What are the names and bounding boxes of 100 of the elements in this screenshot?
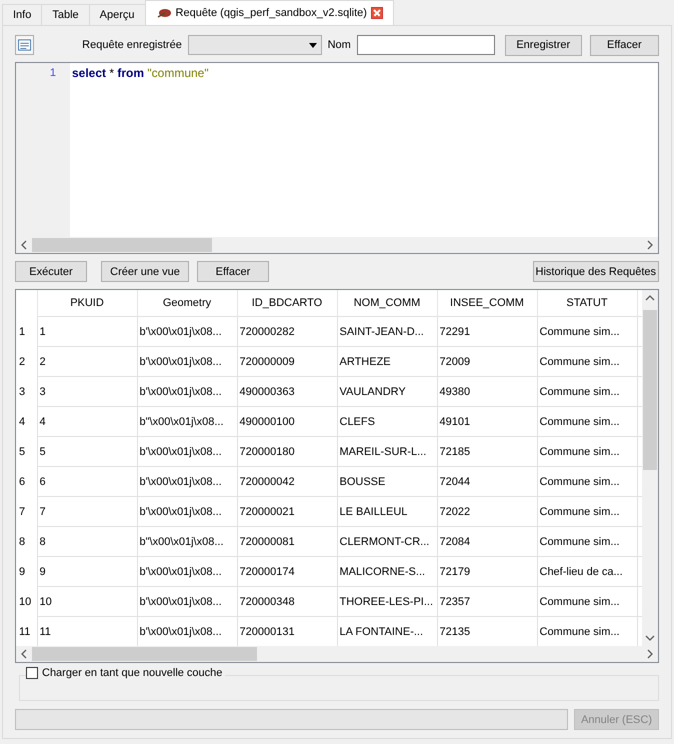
row-header[interactable]: 6 [16,466,37,496]
tab[interactable]: Requête (qgis_perf_sandbox_v2.sqlite) [144,0,394,25]
table-cell: THOREE-LES-PI... [337,586,437,616]
table-cell: CLEFS [337,406,437,436]
table-cell: 1 [37,316,137,346]
column-header[interactable]: ID_BDCARTO [252,297,322,309]
table-cell: 7 [37,496,137,526]
table-cell: 2 [37,346,137,376]
column-header[interactable]: Geometry [162,297,212,309]
table-cell: 72084 [437,526,537,556]
table-cell: Commune sim... [537,496,637,526]
table-cell: 490000363 [237,376,337,406]
table-cell: 6 [37,466,137,496]
table-cell: VAULANDRY [337,376,437,406]
table-cell: 9 [37,556,137,586]
table-cell: Commune sim... [537,466,637,496]
column-header[interactable]: PKUID [70,297,104,309]
table-cell: LE BAILLEUL [337,496,437,526]
table-cell: 720000282 [237,316,337,346]
table-cell: b'\x00\x01j\x08... [137,556,237,586]
table-cell: 3 [37,376,137,406]
table-cell: b'\x00\x01j\x08... [137,376,237,406]
checkbox-label: Charger en tant que nouvelle couche [42,667,222,679]
table-cell: 10 [37,586,137,616]
toolbar-button[interactable]: Enregistrer [504,34,582,56]
table-cell: 720000081 [237,526,337,556]
table-cell: Commune sim... [537,586,637,616]
row-header[interactable]: 11 [16,616,37,646]
table-cell: 5 [37,436,137,466]
sql-icon[interactable] [15,35,34,55]
table-cell: MAREIL-SUR-L... [337,436,437,466]
table-cell: 72357 [437,586,537,616]
feather-icon [156,7,172,19]
row-header[interactable]: 1 [16,316,37,346]
action-button[interactable]: Effacer [197,261,269,282]
column-header[interactable]: STATUT [566,297,608,309]
table-cell: 720000042 [237,466,337,496]
table-cell: ARTHEZE [337,346,437,376]
table-cell: b'\x00\x01j\x08... [137,316,237,346]
table-cell: 4 [37,406,137,436]
table-cell: CLERMONT-CR... [337,526,437,556]
table-cell: 720000180 [237,436,337,466]
row-header[interactable]: 8 [16,526,37,556]
table-cell: b'\x00\x01j\x08... [137,346,237,376]
row-header[interactable]: 5 [16,436,37,466]
name-label: Nom [328,39,351,51]
table-cell: 49101 [437,406,537,436]
table-cell: Commune sim... [537,436,637,466]
action-button[interactable]: Créer une vue [101,261,189,282]
row-header[interactable]: 3 [16,376,37,406]
checkbox[interactable] [26,667,38,679]
close-icon[interactable] [370,7,383,19]
table-cell: b'\x00\x01j\x08... [137,586,237,616]
table-cell: Chef-lieu de ca... [537,556,637,586]
horizontal-scrollbar[interactable] [16,646,658,662]
vertical-scrollbar[interactable] [642,290,658,646]
row-header[interactable]: 2 [16,346,37,376]
table-cell: SAINT-JEAN-D... [337,316,437,346]
name-field[interactable] [356,35,495,55]
table-cell: b"\x00\x01j\x08... [137,526,237,556]
table-cell: 490000100 [237,406,337,436]
table-cell: 72022 [437,496,537,526]
action-button[interactable]: Exécuter [15,261,87,282]
table-cell: 720000009 [237,346,337,376]
table-cell: b'\x00\x01j\x08... [137,466,237,496]
table-cell: MALICORNE-S... [337,556,437,586]
row-header[interactable]: 7 [16,496,37,526]
table-cell: BOUSSE [337,466,437,496]
table-cell: 49380 [437,376,537,406]
table-cell: Commune sim... [537,376,637,406]
table-cell: Commune sim... [537,346,637,376]
table-cell: Commune sim... [537,406,637,436]
table-cell: 72179 [437,556,537,586]
row-header[interactable]: 4 [16,406,37,436]
table-cell: Commune sim... [537,526,637,556]
table-cell: b'\x00\x01j\x08... [137,436,237,466]
column-header[interactable]: INSEE_COMM [450,297,524,309]
table-cell: Commune sim... [537,316,637,346]
column-header[interactable]: NOM_COMM [354,297,420,309]
sql-editor[interactable]: 1 select * from "commune" [15,62,659,254]
table-cell: 8 [37,526,137,556]
tab[interactable]: Info [2,4,42,25]
table-cell: b"\x00\x01j\x08... [137,406,237,436]
table-cell: 720000174 [237,556,337,586]
table-cell: 72009 [437,346,537,376]
code-line: select * from "commune" [72,66,209,80]
table-cell: b'\x00\x01j\x08... [137,496,237,526]
table-cell: 72044 [437,466,537,496]
table-cell: 720000021 [237,496,337,526]
caret-icon [308,42,317,48]
row-header[interactable]: 10 [16,586,37,616]
history-button[interactable]: Historique des Requêtes [532,261,659,282]
table-cell: 72185 [437,436,537,466]
table-cell: 72291 [437,316,537,346]
toolbar-button[interactable]: Effacer [590,34,659,56]
line-number: 1 [48,67,56,79]
horizontal-scrollbar[interactable] [16,237,658,253]
saved-query-label: Requête enregistrée [82,39,182,51]
row-header[interactable]: 9 [16,556,37,586]
table-cell: 720000348 [237,586,337,616]
